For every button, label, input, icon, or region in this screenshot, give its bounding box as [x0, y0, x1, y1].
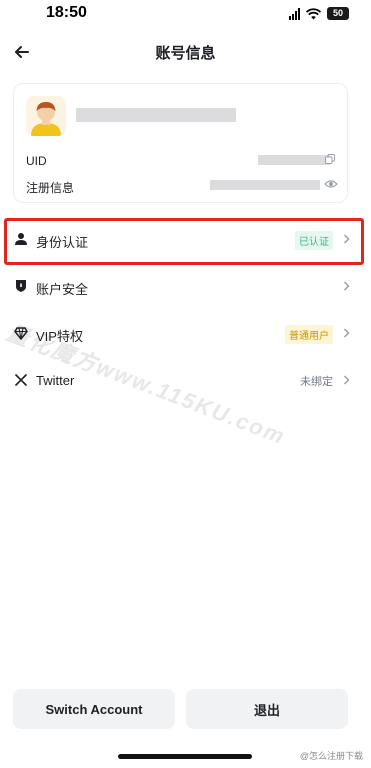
settings-menu: 身份认证 已认证 账户安全 VIP特权 普通用户 Twitter 未绑定	[0, 216, 371, 404]
diamond-icon	[14, 327, 28, 340]
profile-card: UID 注册信息	[13, 83, 348, 203]
masked-registration-info	[210, 180, 320, 190]
person-icon	[15, 233, 27, 245]
chevron-right-icon	[343, 328, 350, 338]
registration-label: 注册信息	[26, 181, 75, 195]
battery-indicator: 50	[327, 7, 349, 20]
status-time: 18:50	[46, 4, 87, 21]
copy-icon[interactable]	[325, 154, 335, 164]
chevron-right-icon	[343, 281, 350, 291]
status-bar: 18:50 50	[0, 0, 371, 28]
verified-badge: 已认证	[295, 231, 333, 250]
x-logo-icon	[14, 373, 28, 387]
twitter-status: 未绑定	[300, 376, 333, 388]
menu-item-security[interactable]: 账户安全	[0, 263, 371, 310]
bottom-actions: Switch Account 退出	[13, 689, 348, 729]
avatar	[26, 96, 66, 136]
masked-uid	[258, 155, 330, 165]
avatar-illustration	[26, 96, 66, 136]
signal-icon	[289, 7, 300, 20]
wifi-icon	[306, 7, 321, 19]
menu-item-twitter[interactable]: Twitter 未绑定	[0, 357, 371, 404]
eye-icon[interactable]	[324, 177, 338, 191]
menu-item-identity[interactable]: 身份认证 已认证	[0, 216, 371, 265]
source-watermark: @怎么注册下载	[299, 751, 363, 761]
menu-label-twitter: Twitter	[36, 373, 75, 388]
nav-bar: 账号信息	[0, 36, 371, 68]
home-indicator	[118, 754, 252, 759]
switch-account-button[interactable]: Switch Account	[13, 689, 175, 729]
menu-item-vip[interactable]: VIP特权 普通用户	[0, 310, 371, 357]
status-icons: 50	[289, 7, 349, 20]
menu-label-security: 账户安全	[36, 282, 89, 297]
logout-button[interactable]: 退出	[186, 689, 348, 729]
chevron-right-icon	[343, 375, 350, 385]
chevron-right-icon	[343, 234, 350, 244]
menu-label-vip: VIP特权	[36, 329, 83, 344]
shield-icon	[16, 280, 26, 292]
vip-badge: 普通用户	[285, 325, 333, 344]
page-title: 账号信息	[155, 45, 216, 62]
uid-label: UID	[26, 154, 47, 168]
menu-label-identity: 身份认证	[36, 235, 89, 250]
masked-username	[76, 108, 236, 122]
